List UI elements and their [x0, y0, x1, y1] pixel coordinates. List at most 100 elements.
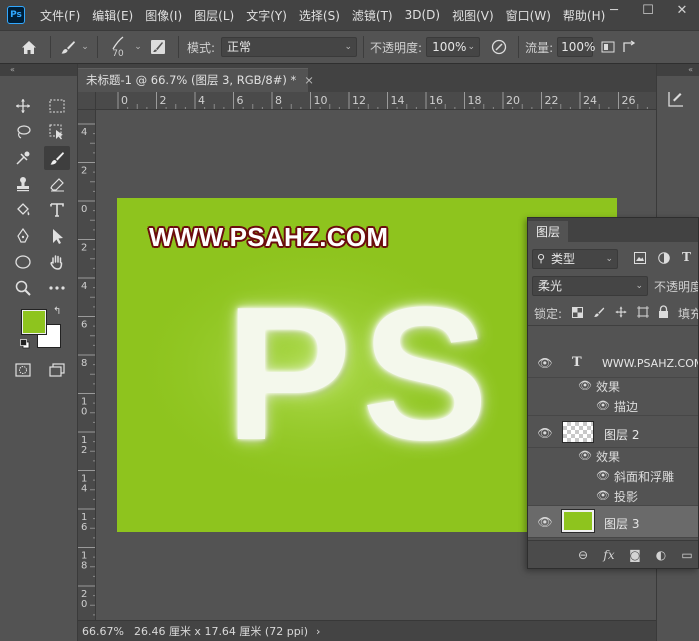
- add-mask-icon[interactable]: ◙: [622, 548, 648, 562]
- ruler-label: 4: [81, 484, 87, 495]
- object-select-tool-icon[interactable]: [44, 120, 70, 144]
- visibility-eye-icon[interactable]: 👁: [578, 449, 592, 462]
- horizontal-ruler[interactable]: 0 2 4 6 8 10 12 14 16 18 20 22 24 26: [96, 92, 656, 110]
- status-menu-arrow[interactable]: ›: [316, 625, 320, 638]
- properties-panel-icon[interactable]: [667, 90, 685, 108]
- screen-mode-icon[interactable]: [44, 358, 70, 382]
- search-icon: ⚲: [537, 252, 546, 265]
- maximize-button[interactable]: ☐: [631, 0, 665, 24]
- menu-view[interactable]: 视图(V): [446, 7, 500, 24]
- foreground-color-swatch[interactable]: [21, 309, 47, 335]
- path-select-tool-icon[interactable]: [44, 224, 70, 248]
- ellipse-tool-icon[interactable]: [10, 250, 36, 274]
- menu-select[interactable]: 选择(S): [293, 7, 346, 24]
- layers-tab[interactable]: 图层: [528, 221, 568, 244]
- paint-bucket-tool-icon[interactable]: [10, 198, 36, 222]
- visibility-eye-icon[interactable]: 👁: [537, 356, 553, 370]
- marquee-tool-icon[interactable]: [44, 94, 70, 118]
- ruler-label: 18: [468, 94, 482, 107]
- document-tab[interactable]: 未标题-1 @ 66.7% (图层 3, RGB/8#) * ×: [78, 68, 314, 92]
- visibility-eye-icon[interactable]: 👁: [596, 469, 610, 482]
- ruler-label: 4: [81, 127, 87, 138]
- expand-panels-icon[interactable]: «: [657, 64, 699, 76]
- pressure-opacity-icon[interactable]: [486, 35, 512, 59]
- lasso-tool-icon[interactable]: [10, 120, 36, 144]
- mode-select[interactable]: 正常 ⌄: [221, 37, 358, 57]
- menu-image[interactable]: 图像(I): [139, 7, 188, 24]
- flow-field[interactable]: 100%: [557, 37, 595, 57]
- visibility-eye-icon[interactable]: 👁: [537, 426, 553, 440]
- move-tool-icon[interactable]: [10, 94, 36, 118]
- brush-size-picker[interactable]: 70: [104, 35, 132, 59]
- ruler-label: 16: [429, 94, 443, 107]
- ruler-label: 2: [81, 243, 87, 254]
- new-group-icon[interactable]: ▭: [674, 548, 698, 562]
- layer-style-icon[interactable]: fx: [596, 548, 622, 562]
- zoom-level[interactable]: 66.67%: [82, 625, 124, 638]
- lock-row: 锁定: 填充: [528, 300, 698, 326]
- effect-item-row: 👁 投影: [528, 486, 698, 506]
- menu-type[interactable]: 文字(Y): [240, 7, 293, 24]
- filter-adjustment-icon[interactable]: [658, 252, 670, 264]
- home-icon[interactable]: [14, 35, 44, 59]
- visibility-eye-icon[interactable]: 👁: [596, 399, 610, 412]
- filter-type-icon[interactable]: T: [682, 250, 691, 264]
- layer-row[interactable]: 👁 图层 2: [528, 418, 698, 448]
- filter-pixel-icon[interactable]: [634, 252, 646, 264]
- layer-name: 图层 2: [604, 428, 640, 442]
- lock-all-icon[interactable]: [658, 305, 669, 318]
- opacity-field[interactable]: 100% ⌄: [426, 37, 481, 57]
- stamp-tool-icon[interactable]: [10, 172, 36, 196]
- eyedropper-tool-icon[interactable]: [10, 146, 36, 170]
- close-button[interactable]: ✕: [665, 0, 699, 24]
- layer-row-selected[interactable]: 👁 图层 3: [528, 506, 698, 538]
- hand-tool-icon[interactable]: [44, 250, 70, 274]
- brush-tip-icon: [112, 35, 124, 49]
- layer-row[interactable]: 👁 T WWW.PSAHZ.COM: [528, 350, 698, 378]
- brush-tool-icon[interactable]: [44, 146, 70, 170]
- lock-position-icon[interactable]: [615, 306, 627, 318]
- lock-artboard-icon[interactable]: [637, 306, 649, 318]
- swap-colors-icon[interactable]: ↰: [53, 306, 61, 317]
- close-tab-icon[interactable]: ×: [304, 73, 314, 87]
- window-controls: ─ ☐ ✕: [597, 0, 699, 24]
- adjustment-layer-icon[interactable]: ◐: [648, 548, 674, 562]
- chevron-down-icon[interactable]: ⌄: [132, 35, 144, 59]
- quick-mask-icon[interactable]: [10, 358, 36, 382]
- link-layers-icon[interactable]: ⊖: [570, 548, 596, 562]
- chevron-down-icon[interactable]: ⌄: [79, 35, 91, 59]
- lock-transparent-icon[interactable]: [572, 307, 583, 318]
- menu-window[interactable]: 窗口(W): [500, 7, 557, 24]
- ruler-label: 4: [198, 94, 205, 107]
- eraser-tool-icon[interactable]: [44, 172, 70, 196]
- collapse-toolbar-icon[interactable]: «: [0, 64, 77, 76]
- brush-preset-icon[interactable]: [57, 35, 79, 59]
- minimize-button[interactable]: ─: [597, 0, 631, 24]
- visibility-eye-icon[interactable]: 👁: [537, 515, 553, 529]
- pen-tool-icon[interactable]: [10, 224, 36, 248]
- visibility-eye-icon[interactable]: 👁: [578, 379, 592, 392]
- opacity-value: 100%: [432, 40, 467, 54]
- zoom-tool-icon[interactable]: [10, 276, 36, 300]
- layer-filter-label: 类型: [551, 252, 576, 266]
- vertical-ruler[interactable]: 4202468101214161820: [78, 110, 96, 620]
- chevron-down-icon: ⌄: [467, 42, 476, 52]
- blend-mode-select[interactable]: 柔光 ⌄: [532, 276, 648, 296]
- brush-settings-icon[interactable]: [144, 35, 172, 59]
- smoothing-icon[interactable]: [619, 35, 639, 59]
- visibility-eye-icon[interactable]: 👁: [596, 489, 610, 502]
- photoshop-logo: Ps: [7, 6, 25, 24]
- menu-file[interactable]: 文件(F): [34, 7, 86, 24]
- ruler-label: 26: [622, 94, 636, 107]
- layer-kind-filter[interactable]: ⚲ 类型 ⌄: [532, 249, 618, 269]
- menu-3d[interactable]: 3D(D): [399, 8, 446, 22]
- default-colors-icon[interactable]: [20, 339, 30, 349]
- menu-filter[interactable]: 滤镜(T): [346, 7, 399, 24]
- type-tool-icon[interactable]: [44, 198, 70, 222]
- menu-layer[interactable]: 图层(L): [188, 7, 240, 24]
- airbrush-icon[interactable]: [597, 35, 619, 59]
- menu-edit[interactable]: 编辑(E): [86, 7, 139, 24]
- lock-pixels-icon[interactable]: [593, 306, 605, 318]
- layers-panel-header: 图层: [528, 218, 698, 244]
- more-tools-icon[interactable]: [44, 276, 70, 300]
